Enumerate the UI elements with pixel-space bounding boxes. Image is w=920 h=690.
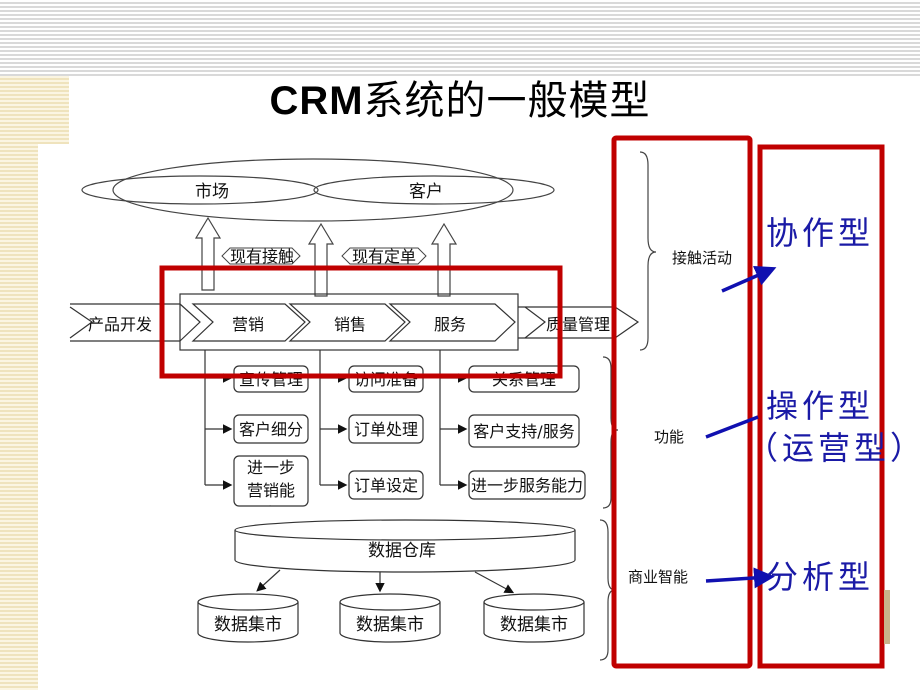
type-operational: 操作型	[766, 387, 875, 425]
fn-visit-prep: 访问准备	[354, 370, 418, 389]
market-label: 市场	[195, 182, 229, 202]
existing-contact-label: 现有接触	[230, 247, 294, 266]
fn-publicity-mgmt: 宣传管理	[239, 370, 303, 389]
chain-sales: 销售	[334, 315, 366, 334]
fn-further-marketing: 进一步营销能力	[246, 458, 295, 506]
fn-customer-support: 客户支持/服务	[473, 422, 574, 441]
layer-contact: 接触活动	[672, 249, 732, 267]
data-warehouse-label: 数据仓库	[368, 541, 436, 561]
arrow-up-1	[194, 216, 222, 291]
fn-order-setting: 订单设定	[354, 476, 418, 495]
chain-product-dev: 产品开发	[88, 315, 152, 334]
data-mart-label-2: 数据集市	[356, 615, 424, 635]
decorative-block	[884, 590, 890, 644]
type-collaborative: 协作型	[766, 214, 875, 252]
market-customer-ellipse	[112, 158, 514, 222]
data-mart-label-3: 数据集市	[500, 615, 568, 635]
customer-label: 客户	[409, 182, 443, 202]
data-mart-label-1: 数据集市	[214, 615, 282, 635]
layer-bi: 商业智能	[628, 568, 688, 586]
type-analytical: 分析型	[766, 558, 875, 596]
fn-order-processing: 订单处理	[354, 420, 418, 439]
type-operational-alt: （运营型）	[746, 429, 920, 467]
layer-highlight	[611, 135, 753, 669]
brace-contact	[639, 151, 657, 351]
chain-service: 服务	[434, 315, 466, 334]
layer-function: 功能	[654, 428, 684, 446]
fn-relationship-mgmt: 关系管理	[492, 370, 556, 389]
fn-further-service: 进一步服务能力	[471, 476, 583, 495]
existing-order-label: 现有定单	[352, 247, 416, 266]
connector-collaborative	[721, 265, 777, 293]
chain-quality-mgmt: 质量管理	[546, 315, 610, 334]
arrow-up-2	[307, 222, 335, 297]
chain-marketing: 营销	[232, 315, 264, 334]
arrow-up-3	[430, 222, 458, 297]
fn-customer-segmentation: 客户细分	[239, 420, 303, 439]
